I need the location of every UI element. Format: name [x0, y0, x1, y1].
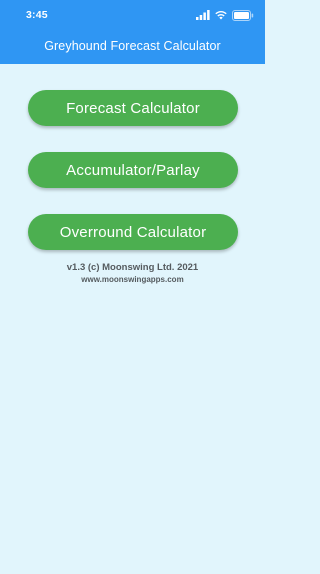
status-time: 3:45 [26, 9, 48, 21]
signal-icon [196, 10, 210, 20]
status-bar: 3:45 [0, 0, 265, 30]
version-text: v1.3 (c) Moonswing Ltd. 2021 [66, 262, 199, 273]
accumulator-parlay-button[interactable]: Accumulator/Parlay [28, 152, 238, 188]
website-link: www.moonswingapps.com [81, 275, 184, 284]
overround-calculator-button[interactable]: Overround Calculator [28, 214, 238, 250]
forecast-calculator-button[interactable]: Forecast Calculator [28, 90, 238, 126]
app-bar: 3:45 Greyhound Forecast Calculator [0, 0, 265, 64]
battery-icon [232, 9, 254, 21]
status-icons [196, 9, 254, 21]
wifi-icon [215, 10, 227, 20]
page-title: Greyhound Forecast Calculator [44, 39, 221, 53]
